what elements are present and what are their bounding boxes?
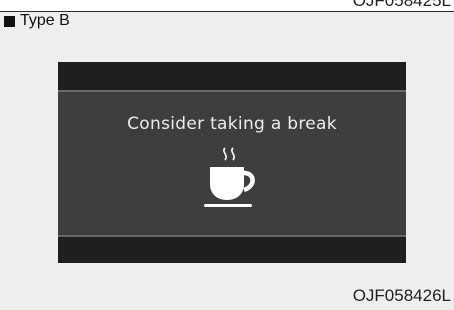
cluster-top-divider [58,90,406,92]
coffee-cup-icon [204,147,255,207]
break-warning-message: Consider taking a break [127,114,337,134]
square-bullet-icon [4,15,15,27]
top-figure-code: OJF058425L [352,0,451,10]
type-label: Type B [4,11,70,31]
type-label-text: Type B [20,12,70,29]
cluster-bottom-bar [58,237,406,263]
instrument-cluster-display: Consider taking a break [58,62,406,263]
figure-code: OJF058426L [352,286,451,305]
cluster-top-bar [58,62,406,90]
